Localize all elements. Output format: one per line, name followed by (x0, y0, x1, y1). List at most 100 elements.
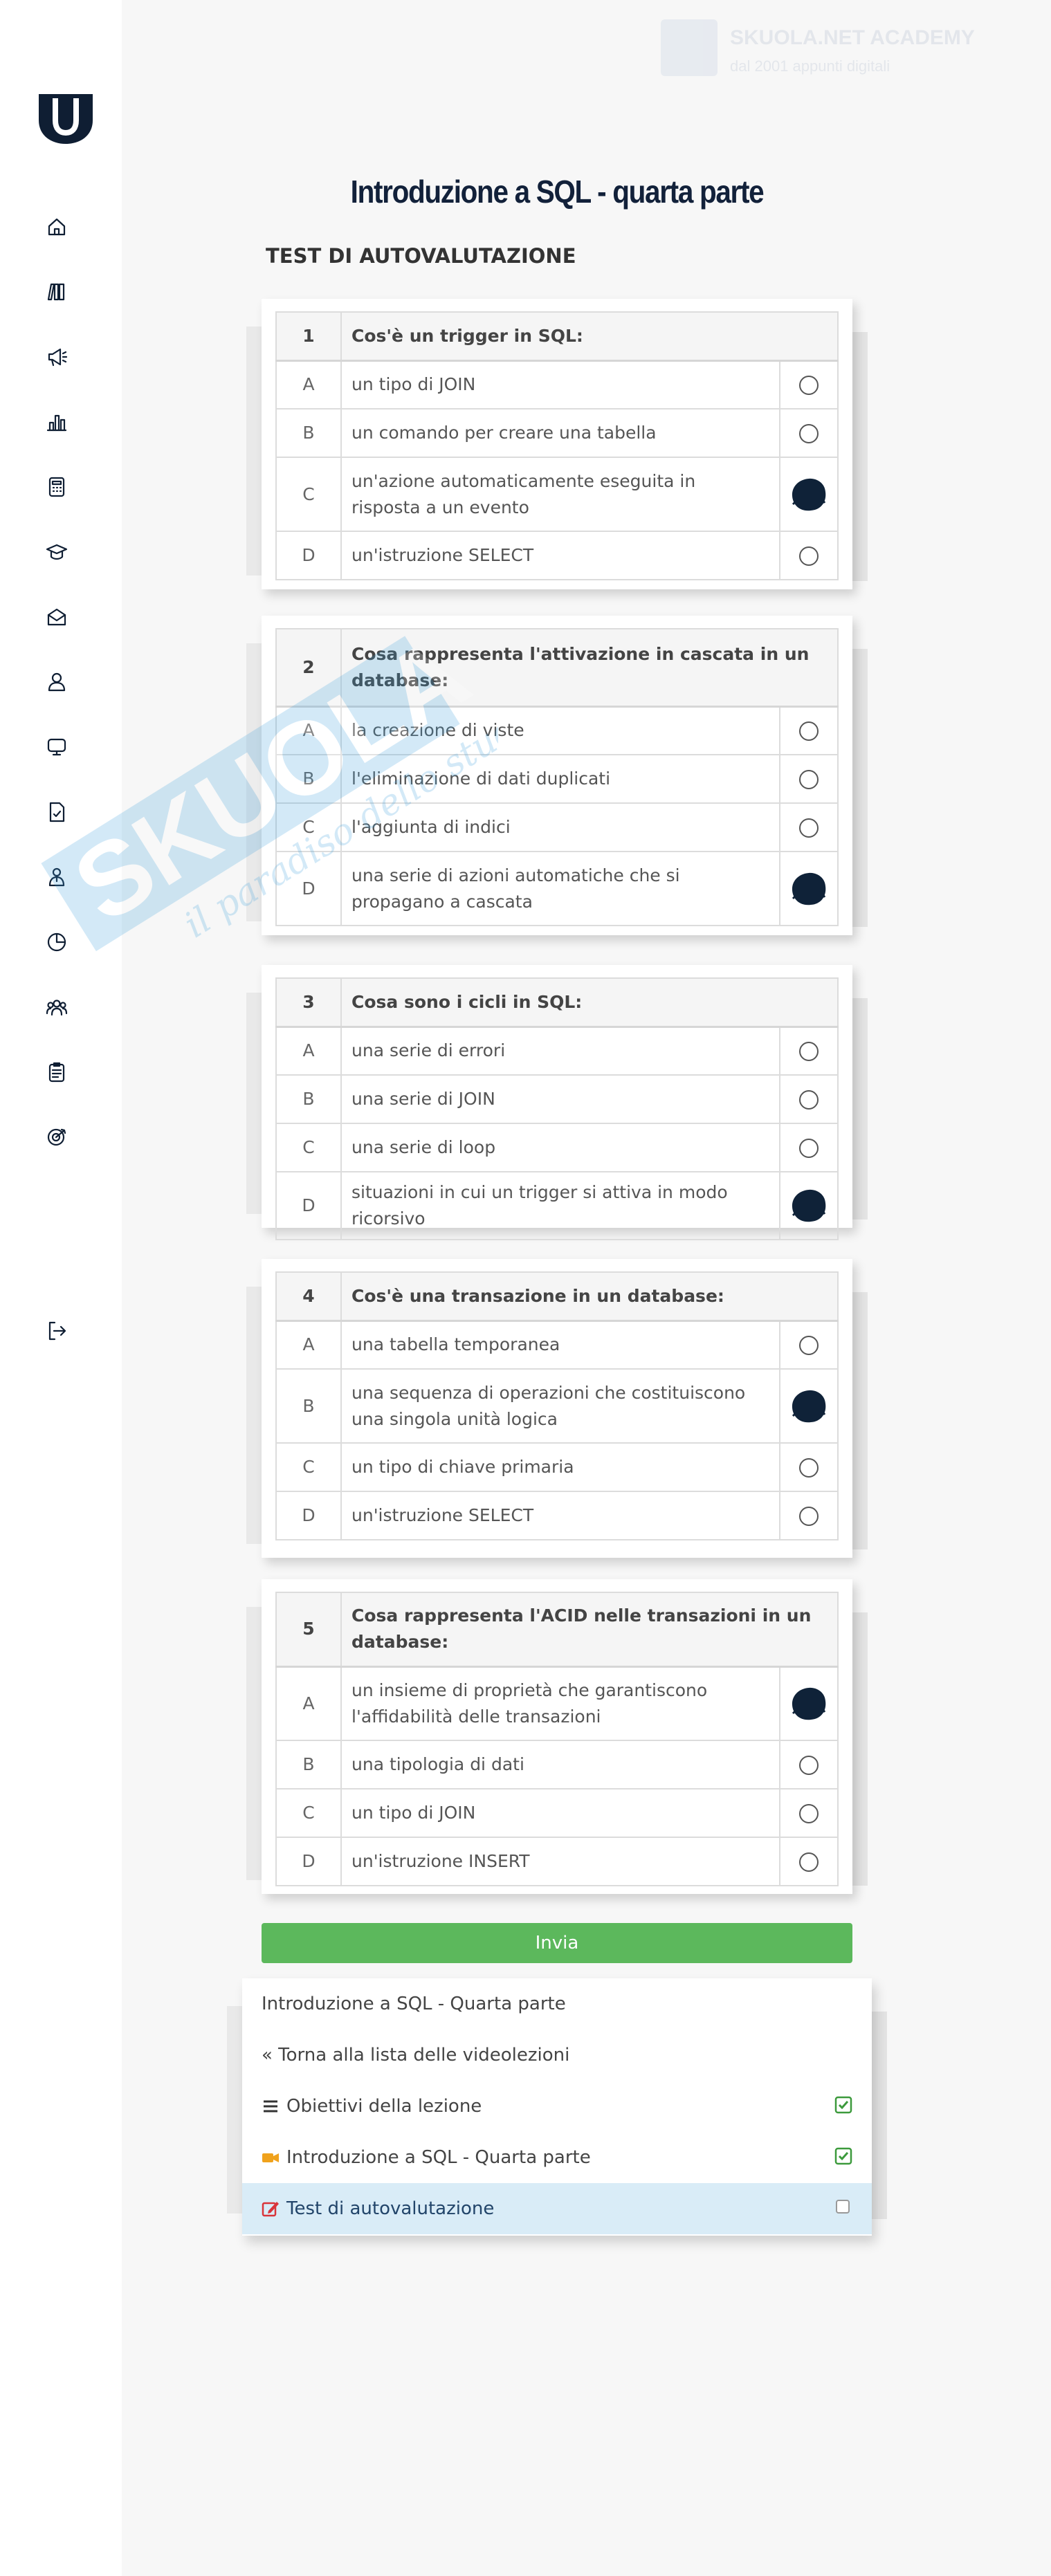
clipboard-icon[interactable] (43, 1058, 71, 1086)
answer-radio-cell[interactable] (779, 1837, 839, 1886)
answer-radio-cell[interactable] (779, 851, 839, 926)
radio-button[interactable] (799, 1852, 819, 1872)
radio-button[interactable] (799, 1090, 819, 1110)
answer-radio-cell[interactable] (779, 1074, 839, 1124)
answer-row[interactable]: Dun'istruzione INSERT (275, 1837, 839, 1886)
answer-row[interactable]: Dun'istruzione SELECT (275, 531, 839, 580)
selected-answer-marker[interactable] (790, 871, 828, 907)
selected-answer-marker[interactable] (790, 1188, 828, 1224)
selected-answer-marker[interactable] (790, 477, 828, 513)
brand-name: SKUOLA.NET ACADEMY (730, 26, 975, 49)
answer-text: un'azione automaticamente eseguita in ri… (340, 457, 780, 532)
lesson-item-objectives[interactable]: Obiettivi della lezione (242, 2081, 872, 2132)
question-text: Cosa rappresenta l'ACID nelle transazion… (340, 1592, 839, 1668)
answer-row[interactable]: Cuna serie di loop (275, 1123, 839, 1172)
answer-radio-cell[interactable] (779, 754, 839, 804)
logout-icon[interactable] (43, 1317, 71, 1345)
question-header-row: 1 Cos'è un trigger in SQL: (275, 311, 839, 362)
answer-row[interactable]: Cun tipo di chiave primaria (275, 1442, 839, 1492)
checked-checkbox-icon[interactable] (834, 2096, 852, 2114)
answer-row[interactable]: Cl'aggiunta di indici (275, 802, 839, 852)
answer-radio-cell[interactable] (779, 1320, 839, 1370)
question-header-row: 2 Cosa rappresenta l'attivazione in casca… (275, 628, 839, 708)
answer-radio-cell[interactable] (779, 1740, 839, 1790)
question-text: Cos'è un trigger in SQL: (340, 311, 839, 362)
answer-radio-cell[interactable] (779, 802, 839, 852)
answer-text: situazioni in cui un trigger si attiva i… (340, 1171, 780, 1240)
answer-row[interactable]: Cun'azione automaticamente eseguita in r… (275, 457, 839, 532)
document-icon[interactable] (43, 798, 71, 826)
answer-radio-cell[interactable] (779, 1368, 839, 1444)
checked-checkbox-icon[interactable] (834, 2147, 852, 2165)
answer-radio-cell[interactable] (779, 1666, 839, 1741)
users-icon[interactable] (43, 993, 71, 1021)
answer-radio-cell[interactable] (779, 1026, 839, 1076)
answer-radio-cell[interactable] (779, 706, 839, 755)
chart-icon[interactable] (43, 408, 71, 436)
answer-row[interactable]: Bun comando per creare una tabella (275, 408, 839, 458)
radio-button[interactable] (799, 1336, 819, 1356)
answer-row[interactable]: Ala creazione di viste (275, 706, 839, 755)
back-to-list-link[interactable]: « Torna alla lista delle videolezioni (242, 2030, 872, 2081)
radio-button[interactable] (799, 1458, 819, 1478)
answer-row[interactable]: Aun tipo di JOIN (275, 360, 839, 410)
books-icon[interactable] (43, 278, 71, 306)
user-icon[interactable] (43, 668, 71, 696)
radio-button[interactable] (799, 770, 819, 789)
answer-row[interactable]: Cun tipo di JOIN (275, 1788, 839, 1838)
target-icon[interactable] (43, 1123, 71, 1151)
answer-row[interactable]: Dsituazioni in cui un trigger si attiva … (275, 1171, 839, 1240)
teacher-icon[interactable] (43, 863, 71, 891)
radio-button[interactable] (799, 1139, 819, 1158)
answer-letter: B (275, 1368, 342, 1444)
answer-row[interactable]: Buna serie di JOIN (275, 1074, 839, 1124)
radio-button[interactable] (799, 1042, 819, 1062)
radio-button[interactable] (799, 1507, 819, 1526)
answer-radio-cell[interactable] (779, 531, 839, 580)
answer-radio-cell[interactable] (779, 1123, 839, 1172)
radio-button[interactable] (799, 1756, 819, 1775)
answer-row[interactable]: Auna tabella temporanea (275, 1320, 839, 1370)
answer-row[interactable]: Dun'istruzione SELECT (275, 1491, 839, 1540)
answer-row[interactable]: Duna serie di azioni automatiche che si … (275, 851, 839, 926)
mail-icon[interactable] (43, 603, 71, 631)
answer-row[interactable]: Aun insieme di proprietà che garantiscon… (275, 1666, 839, 1741)
megaphone-icon[interactable] (43, 343, 71, 371)
monitor-icon[interactable] (43, 733, 71, 761)
radio-button[interactable] (799, 376, 819, 396)
radio-button[interactable] (799, 1804, 819, 1823)
answer-radio-cell[interactable] (779, 408, 839, 458)
radio-button[interactable] (799, 424, 819, 443)
answer-letter: C (275, 1442, 342, 1492)
selected-answer-marker[interactable] (790, 1686, 828, 1722)
lesson-item-test[interactable]: Test di autovalutazione (242, 2183, 872, 2234)
answer-row[interactable]: Auna serie di errori (275, 1026, 839, 1076)
answer-radio-cell[interactable] (779, 1442, 839, 1492)
unchecked-checkbox-icon[interactable] (834, 2198, 852, 2216)
question-text: Cosa rappresenta l'attivazione in cascat… (340, 628, 839, 708)
selected-answer-marker[interactable] (790, 1388, 828, 1424)
answer-radio-cell[interactable] (779, 1788, 839, 1838)
answer-radio-cell[interactable] (779, 360, 839, 410)
answer-radio-cell[interactable] (779, 457, 839, 532)
radio-button[interactable] (799, 818, 819, 838)
home-icon[interactable] (43, 213, 71, 241)
pie-chart-icon[interactable] (43, 928, 71, 956)
answer-row[interactable]: Buna sequenza di operazioni che costitui… (275, 1368, 839, 1444)
lesson-item-video[interactable]: Introduzione a SQL - Quarta parte (242, 2132, 872, 2183)
radio-button[interactable] (799, 546, 819, 566)
calculator-icon[interactable] (43, 473, 71, 501)
answer-row[interactable]: Bl'eliminazione di dati duplicati (275, 754, 839, 804)
answer-row[interactable]: Buna tipologia di dati (275, 1740, 839, 1790)
answer-letter: C (275, 457, 342, 532)
lesson-item-label: Introduzione a SQL - Quarta parte (286, 2147, 591, 2168)
submit-button[interactable]: Invia (262, 1923, 852, 1963)
answer-letter: C (275, 1788, 342, 1838)
answer-radio-cell[interactable] (779, 1171, 839, 1240)
logo-icon[interactable] (36, 93, 95, 145)
question-header-row: 4 Cos'è una transazione in un database: (275, 1271, 839, 1322)
answer-letter: B (275, 754, 342, 804)
radio-button[interactable] (799, 721, 819, 742)
answer-radio-cell[interactable] (779, 1491, 839, 1540)
graduation-cap-icon[interactable] (43, 538, 71, 566)
